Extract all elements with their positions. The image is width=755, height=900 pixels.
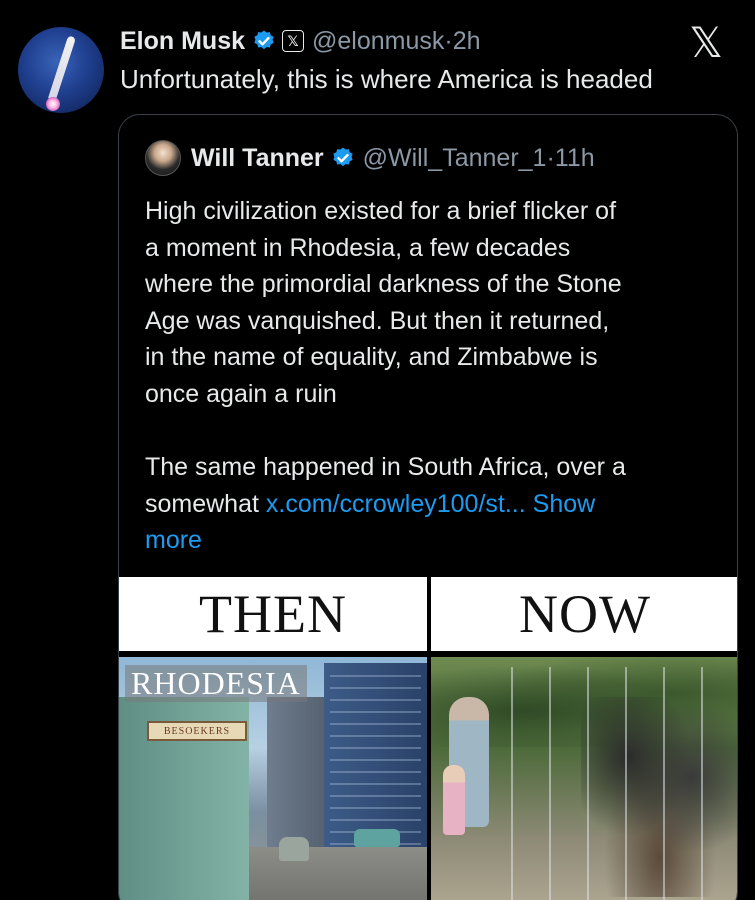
crowd-fence-photo xyxy=(431,657,737,900)
quoted-author-handle[interactable]: @Will_Tanner_1·11h xyxy=(363,144,595,173)
text-line xyxy=(145,413,725,450)
author-avatar[interactable] xyxy=(18,27,104,113)
car xyxy=(279,837,309,861)
road xyxy=(249,847,427,900)
x-affiliate-icon: 𝕏 xyxy=(282,30,305,52)
quoted-tweet-media[interactable]: THEN NOW BESOEKERS RHODESIA xyxy=(119,577,737,900)
tweet-header: Elon Musk 𝕏 @elonmusk·2h xyxy=(120,24,481,58)
quoted-tweet-time[interactable]: 11h xyxy=(555,144,595,172)
x-logo-icon: 𝕏 xyxy=(689,19,723,66)
verified-badge-icon xyxy=(254,30,274,50)
text-line: somewhat x.com/ccrowley100/st... Show xyxy=(145,489,596,518)
quoted-author-name[interactable]: Will Tanner xyxy=(191,144,324,173)
quoted-tweet[interactable]: Will Tanner @Will_Tanner_1·11h High civi… xyxy=(118,114,738,900)
text-line: a moment in Rhodesia, a few decades xyxy=(145,233,571,262)
rocket-flame xyxy=(46,97,60,111)
rhodesia-caption: RHODESIA xyxy=(125,665,307,702)
tweet-time[interactable]: 2h xyxy=(453,27,481,55)
tweet-link[interactable]: x.com/ccrowley100/st... xyxy=(266,490,526,518)
glass-fence xyxy=(511,667,737,900)
show-more-link[interactable]: Show xyxy=(526,490,596,518)
quoted-tweet-text: High civilization existed for a brief fl… xyxy=(145,193,725,559)
quoted-author-avatar[interactable] xyxy=(145,140,181,176)
child-figure xyxy=(443,765,465,835)
text-line: Age was vanquished. But then it returned… xyxy=(145,306,610,335)
rocket-image xyxy=(47,35,77,101)
text-line: The same happened in South Africa, over … xyxy=(145,453,626,482)
text-line: where the primordial darkness of the Sto… xyxy=(145,270,622,299)
then-label: THEN xyxy=(119,577,427,651)
rhodesia-street-photo: BESOEKERS RHODESIA xyxy=(119,657,427,900)
verified-badge-icon xyxy=(333,147,353,167)
quoted-tweet-header: Will Tanner @Will_Tanner_1·11h xyxy=(145,140,595,176)
text-line: High civilization existed for a brief fl… xyxy=(145,197,617,225)
now-label: NOW xyxy=(431,577,737,651)
shop-sign: BESOEKERS xyxy=(147,721,247,741)
tweet-text: Unfortunately, this is where America is … xyxy=(120,64,653,94)
show-more-link[interactable]: more xyxy=(145,526,202,554)
author-handle[interactable]: @elonmusk·2h xyxy=(312,27,481,56)
text-line: more xyxy=(145,522,725,559)
car xyxy=(354,829,400,847)
author-name[interactable]: Elon Musk xyxy=(120,27,245,56)
text-line: in the name of equality, and Zimbabwe is xyxy=(145,343,598,372)
text-line: once again a ruin xyxy=(145,379,337,408)
